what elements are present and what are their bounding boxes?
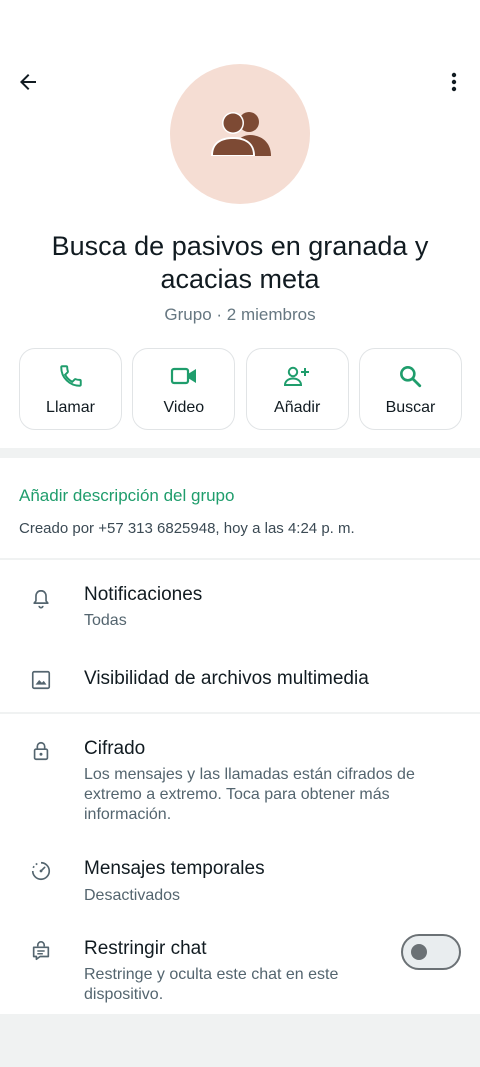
bell-icon (33, 589, 49, 609)
media-visibility-title: Visibilidad de archivos multimedia (84, 668, 369, 689)
video-label: Video (163, 399, 205, 416)
group-avatar[interactable] (170, 64, 310, 204)
notifications-section: Notificaciones Todas Visibilidad de arch… (0, 560, 480, 712)
disappearing-messages-value: Desactivados (84, 887, 181, 904)
video-icon (170, 367, 196, 385)
call-button[interactable]: Llamar (19, 348, 122, 430)
video-button[interactable]: Video (132, 348, 236, 430)
action-buttons: Llamar Video Añadir Buscar (19, 348, 462, 430)
image-icon (31, 670, 51, 690)
search-button[interactable]: Buscar (358, 348, 462, 430)
phone-icon (59, 365, 82, 387)
back-button[interactable] (12, 66, 44, 98)
lock-icon (33, 741, 49, 761)
search-label: Buscar (385, 399, 436, 416)
encryption-title: Cifrado (84, 738, 146, 759)
restrict-chat-toggle[interactable] (401, 934, 461, 970)
group-name[interactable]: Busca de pasivos en granada y acacias me… (20, 230, 460, 296)
created-by-text: Creado por +57 313 6825948, hoy a las 4:… (19, 520, 355, 537)
notifications-title: Notificaciones (84, 584, 203, 605)
call-label: Llamar (46, 399, 95, 416)
disappearing-messages-title: Mensajes temporales (84, 858, 265, 879)
more-vert-icon (451, 72, 457, 92)
notifications-value: Todas (84, 612, 127, 629)
encryption-description: Los mensajes y las llamadas están cifrad… (84, 766, 415, 823)
timer-icon (31, 861, 51, 881)
description-section: Añadir descripción del grupo Creado por … (0, 458, 480, 558)
add-member-button[interactable]: Añadir (245, 348, 349, 430)
more-options-button[interactable] (438, 66, 470, 98)
add-description-link[interactable]: Añadir descripción del grupo (19, 486, 234, 506)
chat-lock-icon (32, 941, 50, 961)
restrict-chat-description: Restringe y oculta este chat en este dis… (84, 966, 339, 1003)
arrow-left-icon (20, 74, 36, 90)
group-header-section: Busca de pasivos en granada y acacias me… (0, 0, 480, 448)
notifications-row[interactable]: Notificaciones Todas (0, 578, 480, 640)
toggle-knob (411, 944, 427, 960)
search-icon (400, 366, 422, 388)
restrict-chat-title: Restringir chat (84, 938, 207, 959)
media-visibility-row[interactable]: Visibilidad de archivos multimedia (0, 660, 480, 700)
privacy-section: Cifrado Los mensajes y las llamadas está… (0, 714, 480, 1014)
group-member-count: Grupo · 2 miembros (164, 305, 316, 324)
disappearing-messages-row[interactable]: Mensajes temporales Desactivados (0, 856, 480, 916)
group-icon (211, 112, 271, 156)
add-person-icon (284, 366, 310, 386)
add-label: Añadir (274, 399, 321, 416)
encryption-row[interactable]: Cifrado Los mensajes y las llamadas está… (0, 736, 480, 828)
